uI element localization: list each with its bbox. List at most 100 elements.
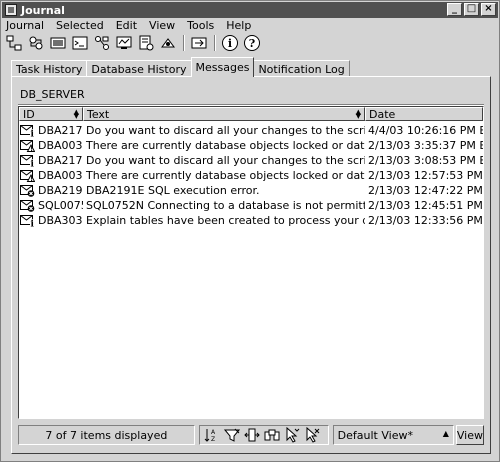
column-header-date[interactable]: Date [365, 107, 483, 121]
message-date: 2/13/03 3:35:37 PM EST [368, 139, 483, 152]
chevron-up-icon: ▲ [442, 429, 449, 438]
column-header-id[interactable]: ID ▲ ▼ [19, 107, 83, 121]
message-id: DBA0039 [38, 139, 83, 152]
journal-icon[interactable] [137, 35, 155, 52]
tools-settings-icon[interactable] [190, 35, 208, 52]
health-center-icon[interactable] [115, 35, 133, 52]
table-row[interactable]: ! DBA0039 There are currently database ob… [19, 168, 483, 183]
table-row[interactable]: ! DBA0039 There are currently database ob… [19, 138, 483, 153]
svg-text:i: i [31, 160, 35, 168]
message-text: SQL0752N Connecting to a database is not… [86, 199, 365, 212]
menu-edit[interactable]: Edit [115, 19, 138, 33]
view-dropdown-value: Default View* [337, 428, 413, 442]
table-header: ID ▲ ▼ Text ▲ ▼ Date [19, 107, 483, 121]
sort-icon: ▲ ▼ [73, 108, 79, 120]
menu-bar: Journal Selected Edit View Tools Help [5, 19, 252, 33]
message-text: DBA2191E SQL execution error. [86, 184, 260, 197]
messages-table: ID ▲▼ Text ▲▼ Date iDBA2171 Do you want … [18, 106, 484, 419]
status-toolbar: AZ [198, 425, 329, 445]
tab-database-history[interactable]: Database History [86, 60, 192, 77]
error-message-icon [20, 184, 35, 197]
message-date: 2/13/03 12:33:56 PM EST [368, 214, 483, 227]
message-date: 2/13/03 3:08:53 PM EST [368, 154, 483, 167]
sort-icon: ▲ ▼ [355, 108, 361, 120]
svg-text:A: A [211, 429, 216, 436]
error-message-icon [20, 199, 35, 212]
find-icon[interactable] [264, 427, 280, 443]
window-controls: _ □ × [447, 3, 496, 16]
help-icon[interactable]: ? [243, 35, 261, 52]
column-header-text[interactable]: Text ▲ ▼ [83, 107, 365, 121]
close-button[interactable]: × [481, 3, 496, 16]
filter-icon[interactable] [223, 427, 240, 443]
command-center-icon[interactable] [71, 35, 89, 52]
replication-center-icon[interactable] [27, 35, 45, 52]
information-icon[interactable]: i [221, 35, 239, 52]
svg-text:!: ! [30, 176, 33, 182]
message-text: Explain tables have been created to proc… [86, 214, 365, 227]
svg-text:i: i [31, 130, 35, 138]
table-row[interactable]: iDBA2171 Do you want to discard all your… [19, 123, 483, 138]
sort-az-icon[interactable]: AZ [204, 427, 220, 443]
table-row[interactable]: iDBA2171 Do you want to discard all your… [19, 153, 483, 168]
customize-columns-icon[interactable] [243, 427, 260, 443]
license-center-icon[interactable] [159, 35, 177, 52]
journal-window: Journal _ □ × Journal Selected Edit View… [0, 0, 500, 462]
window-title: Journal [21, 3, 65, 17]
view-dropdown[interactable]: Default View* ▲ [332, 425, 454, 445]
message-id: DBA2191 [38, 184, 83, 197]
menu-help[interactable]: Help [225, 19, 252, 33]
journal-app-icon [5, 4, 17, 16]
menu-selected[interactable]: Selected [55, 19, 105, 33]
select-all-icon[interactable] [284, 427, 300, 443]
info-message-icon: i [20, 214, 35, 227]
message-text: There are currently database objects loc… [86, 139, 365, 152]
toolbar: i ? [5, 33, 265, 53]
table-row[interactable]: iDBA3036 Explain tables have been create… [19, 213, 483, 228]
deselect-all-icon[interactable] [304, 427, 320, 443]
title-bar: Journal _ □ × [2, 2, 498, 18]
toolbar-separator [183, 35, 185, 51]
svg-text:i: i [31, 220, 35, 228]
table-body: iDBA2171 Do you want to discard all your… [19, 123, 483, 228]
tab-task-history[interactable]: Task History [11, 60, 88, 77]
info-message-icon: i [20, 154, 35, 167]
menu-tools[interactable]: Tools [186, 19, 215, 33]
object-tree-icon[interactable] [5, 35, 23, 52]
message-id: DBA2171 [38, 124, 83, 137]
message-id: SQL00752 [38, 199, 83, 212]
messages-panel: DB_SERVER ID ▲▼ Text ▲▼ Date iDBA2171 [11, 76, 491, 454]
items-count: 7 of 7 items displayed [18, 425, 195, 445]
message-id: DBA0039 [38, 169, 83, 182]
warning-message-icon: ! [20, 139, 36, 152]
status-bar: 7 of 7 items displayed AZ Default View* … [18, 423, 484, 447]
minimize-button[interactable]: _ [447, 3, 462, 16]
column-header-id-label: ID [23, 107, 35, 121]
maximize-button[interactable]: □ [464, 3, 479, 16]
message-text: Do you want to discard all your changes … [86, 124, 365, 137]
message-id: DBA3036 [38, 214, 83, 227]
table-row[interactable]: DBA2191 DBA2191E SQL execution error. 2/… [19, 183, 483, 198]
server-label: DB_SERVER [20, 88, 85, 101]
view-button[interactable]: View [455, 425, 484, 445]
message-text: There are currently database objects loc… [86, 169, 365, 182]
tab-strip: Task History Database History Messages N… [11, 57, 350, 77]
info-message-icon: i [20, 124, 35, 137]
svg-text:Z: Z [211, 436, 215, 443]
message-text: Do you want to discard all your changes … [86, 154, 365, 167]
message-date: 4/4/03 10:26:16 PM EST [368, 124, 483, 137]
satellite-admin-icon[interactable] [49, 35, 67, 52]
toolbar-separator-2 [214, 35, 216, 51]
tab-messages[interactable]: Messages [190, 57, 255, 77]
task-center-icon[interactable] [93, 35, 111, 52]
column-header-date-label: Date [369, 107, 396, 121]
message-date: 2/13/03 12:57:53 PM EST [368, 169, 483, 182]
table-row[interactable]: SQL00752 SQL0752N Connecting to a databa… [19, 198, 483, 213]
column-header-text-label: Text [87, 107, 110, 121]
message-id: DBA2171 [38, 154, 83, 167]
menu-view[interactable]: View [148, 19, 176, 33]
message-date: 2/13/03 12:45:51 PM EST [368, 199, 483, 212]
menu-journal[interactable]: Journal [5, 19, 45, 33]
svg-text:!: ! [30, 146, 33, 152]
tab-notification-log[interactable]: Notification Log [253, 60, 350, 77]
